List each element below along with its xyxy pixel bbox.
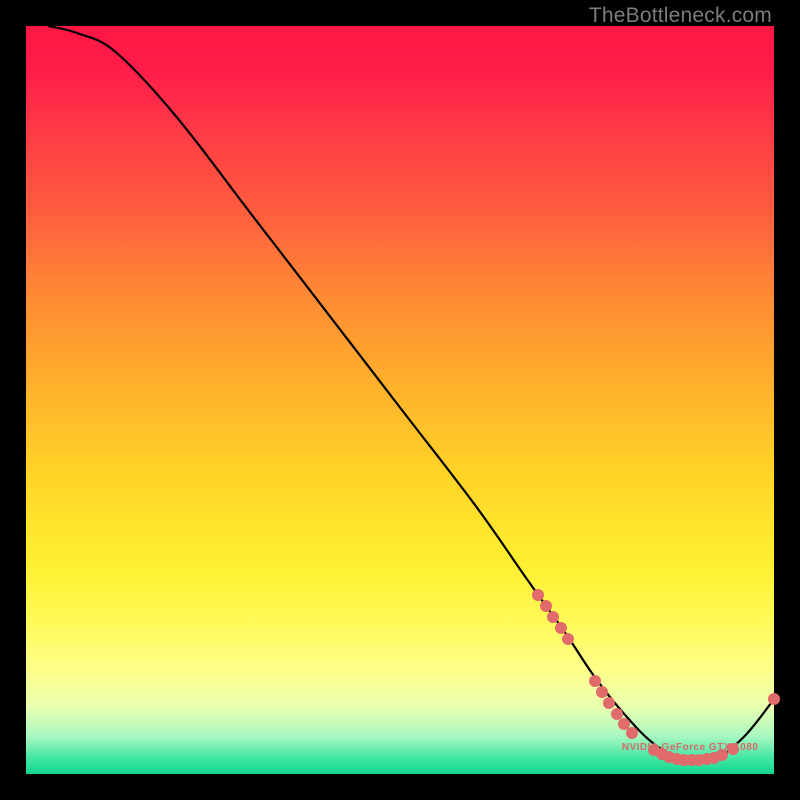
bottleneck-curve [26,26,774,774]
data-point [540,600,552,612]
data-point [532,589,544,601]
data-point [555,622,567,634]
chart-stage: TheBottleneck.com NVIDIA GeForce GTX 108… [0,0,800,800]
data-point [768,693,780,705]
watermark-text: TheBottleneck.com [589,4,772,28]
data-point [626,727,638,739]
data-point [596,686,608,698]
data-point [603,697,615,709]
chart-annotation: NVIDIA GeForce GTX 1080 [622,742,759,753]
data-point [589,675,601,687]
plot-area: NVIDIA GeForce GTX 1080 [26,26,774,774]
data-point [547,611,559,623]
data-point [562,633,574,645]
